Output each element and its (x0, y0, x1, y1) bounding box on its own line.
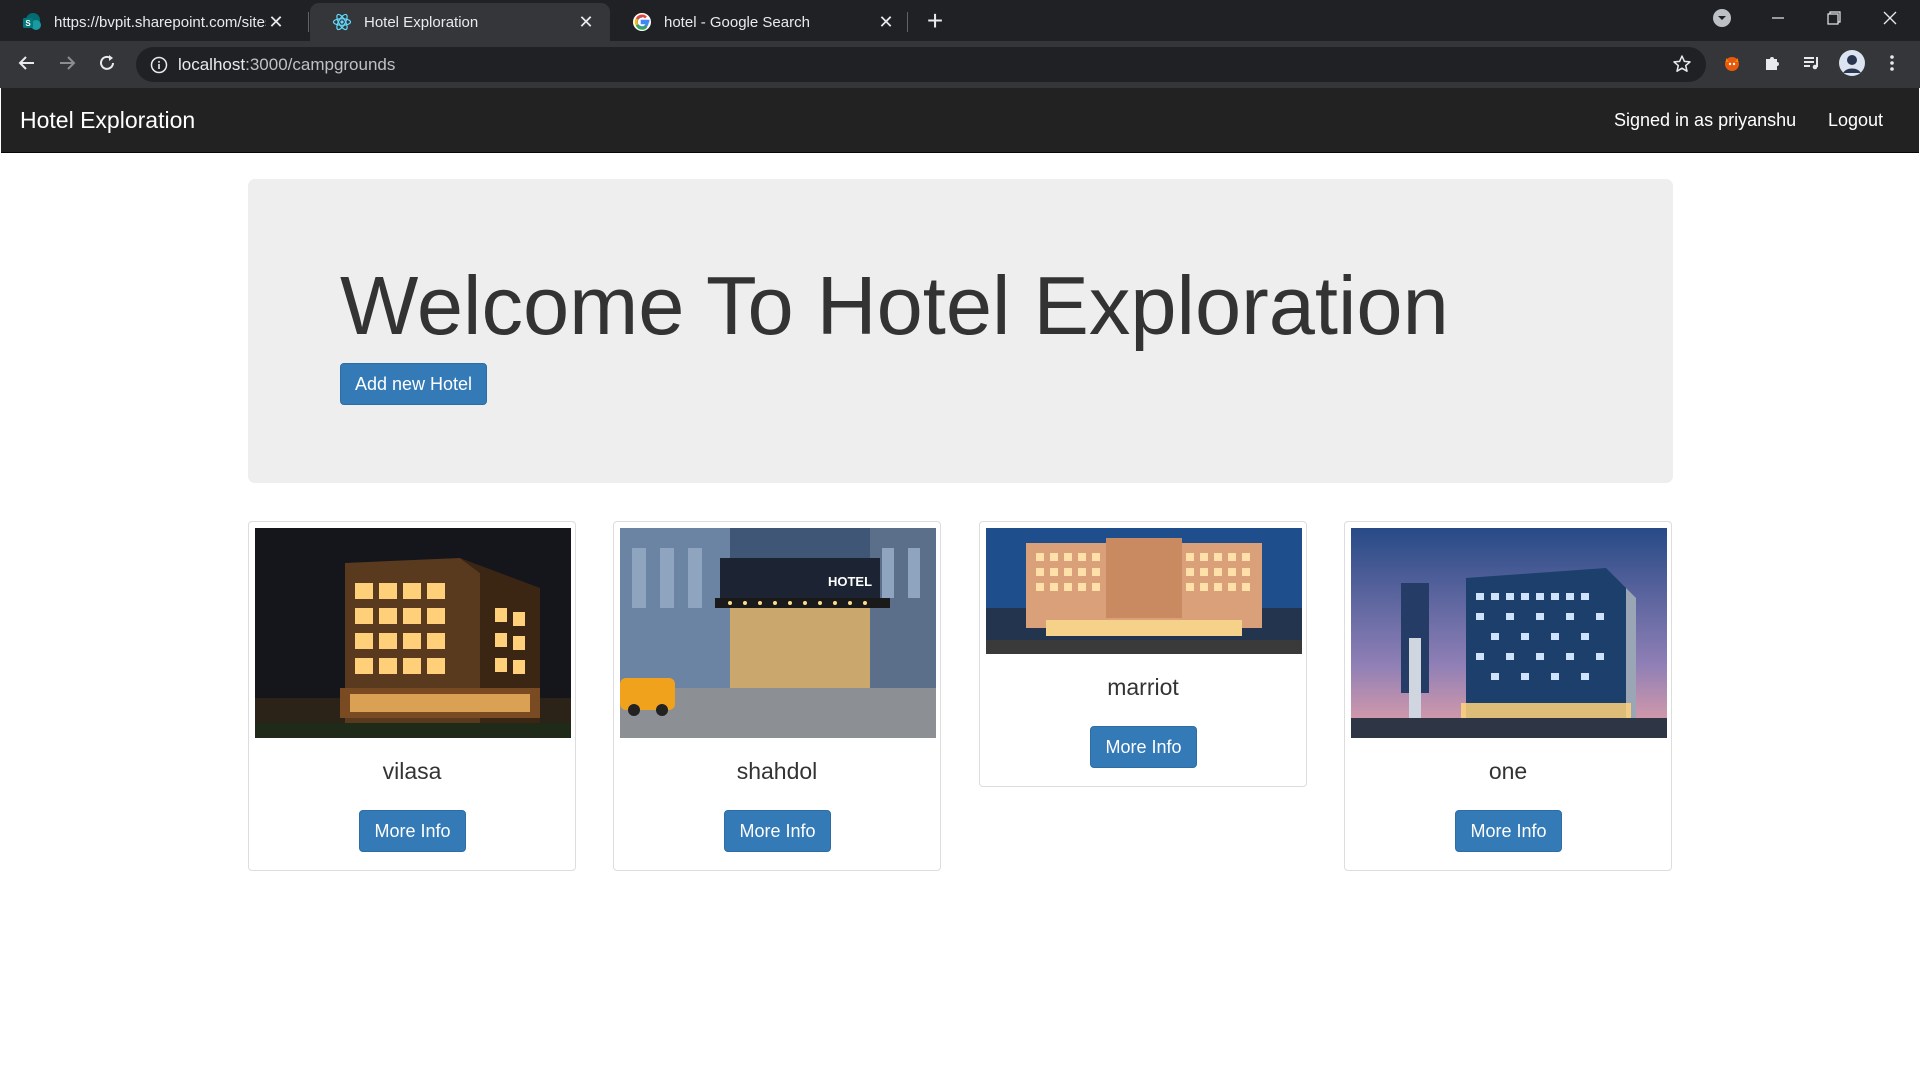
hotel-card: vilasa More Info (248, 521, 576, 871)
logout-link[interactable]: Logout (1828, 110, 1883, 131)
new-tab-button[interactable]: + (920, 6, 950, 36)
tab-separator (907, 12, 908, 32)
tab-separator (308, 12, 309, 32)
tab-title: Hotel Exploration (364, 13, 479, 31)
forward-button[interactable] (51, 49, 83, 81)
page-title: Welcome To Hotel Exploration (340, 259, 1449, 352)
puzzle-icon (1762, 53, 1782, 78)
url-text[interactable]: localhost:3000/campgrounds (178, 55, 395, 75)
jumbotron: Welcome To Hotel Exploration Add new Hot… (248, 179, 1673, 483)
avatar (1838, 49, 1866, 82)
reload-button[interactable] (91, 49, 123, 81)
hotel-name: vilasa (382, 758, 442, 784)
browser-tab-sharepoint[interactable]: S https://bvpit.sharepoint.com/sites ✕ (0, 3, 300, 41)
menu-button[interactable] (1876, 49, 1908, 81)
hotel-card: HOTEL shahdol More Info (613, 521, 941, 871)
minimize-icon (1771, 11, 1785, 30)
svg-text:S: S (25, 19, 31, 28)
close-icon (1882, 10, 1898, 31)
hotel-image-marriot (986, 528, 1302, 654)
close-icon[interactable]: ✕ (576, 12, 596, 32)
restore-icon (1827, 11, 1841, 30)
url-host: localhost (178, 54, 246, 74)
add-new-hotel-button[interactable]: Add new Hotel (340, 363, 487, 405)
minimize-button[interactable] (1750, 0, 1806, 41)
tab-title: https://bvpit.sharepoint.com/sites (54, 13, 266, 31)
browser-toolbar: localhost:3000/campgrounds (0, 41, 1920, 88)
more-info-button[interactable]: More Info (724, 810, 831, 852)
arrow-left-icon (17, 53, 37, 78)
browser-tabstrip: S https://bvpit.sharepoint.com/sites ✕ H… (0, 0, 1920, 41)
hotel-name: marriot (1107, 674, 1179, 700)
hotel-image-one (1351, 528, 1667, 738)
browser-tab-hotel-exploration[interactable]: Hotel Exploration ✕ (310, 3, 610, 41)
close-window-button[interactable] (1862, 0, 1918, 41)
extension-button[interactable] (1716, 49, 1748, 81)
extension-fox-icon (1722, 53, 1742, 78)
info-icon[interactable] (150, 56, 168, 74)
more-info-button[interactable]: More Info (1090, 726, 1197, 768)
more-info-button[interactable]: More Info (359, 810, 466, 852)
reading-list-button[interactable] (1796, 49, 1828, 81)
browser-tab-google[interactable]: hotel - Google Search ✕ (610, 3, 910, 41)
hotel-image-vilasa (255, 528, 571, 738)
extensions-button[interactable] (1756, 49, 1788, 81)
chevron-down-icon (1712, 8, 1732, 33)
react-icon (332, 12, 352, 32)
url-path: :3000/campgrounds (245, 54, 396, 74)
restore-button[interactable] (1806, 0, 1862, 41)
tab-search-button[interactable] (1694, 0, 1750, 41)
more-info-button[interactable]: More Info (1455, 810, 1562, 852)
hotel-name: shahdol (736, 758, 818, 784)
google-icon (632, 12, 652, 32)
address-bar[interactable]: localhost:3000/campgrounds (136, 47, 1706, 82)
navbar-brand[interactable]: Hotel Exploration (20, 107, 195, 134)
signed-in-link[interactable]: Signed in as priyanshu (1614, 110, 1796, 131)
app-navbar: Hotel Exploration Signed in as priyanshu… (1, 88, 1919, 153)
close-icon[interactable]: ✕ (266, 12, 286, 32)
hotel-image-shahdol: HOTEL (620, 528, 936, 738)
hotel-card: marriot More Info (979, 521, 1307, 787)
profile-button[interactable] (1836, 49, 1868, 81)
bookmark-star-icon[interactable] (1672, 54, 1692, 74)
svg-text:HOTEL: HOTEL (828, 574, 872, 589)
back-button[interactable] (11, 49, 43, 81)
playlist-icon (1802, 53, 1822, 78)
hotel-name: one (1488, 758, 1528, 784)
sharepoint-icon: S (22, 12, 42, 32)
hotel-card: one More Info (1344, 521, 1672, 871)
more-vert-icon (1889, 53, 1895, 78)
reload-icon (97, 53, 117, 78)
tab-title: hotel - Google Search (664, 13, 810, 31)
close-icon[interactable]: ✕ (876, 12, 896, 32)
arrow-right-icon (57, 53, 77, 78)
